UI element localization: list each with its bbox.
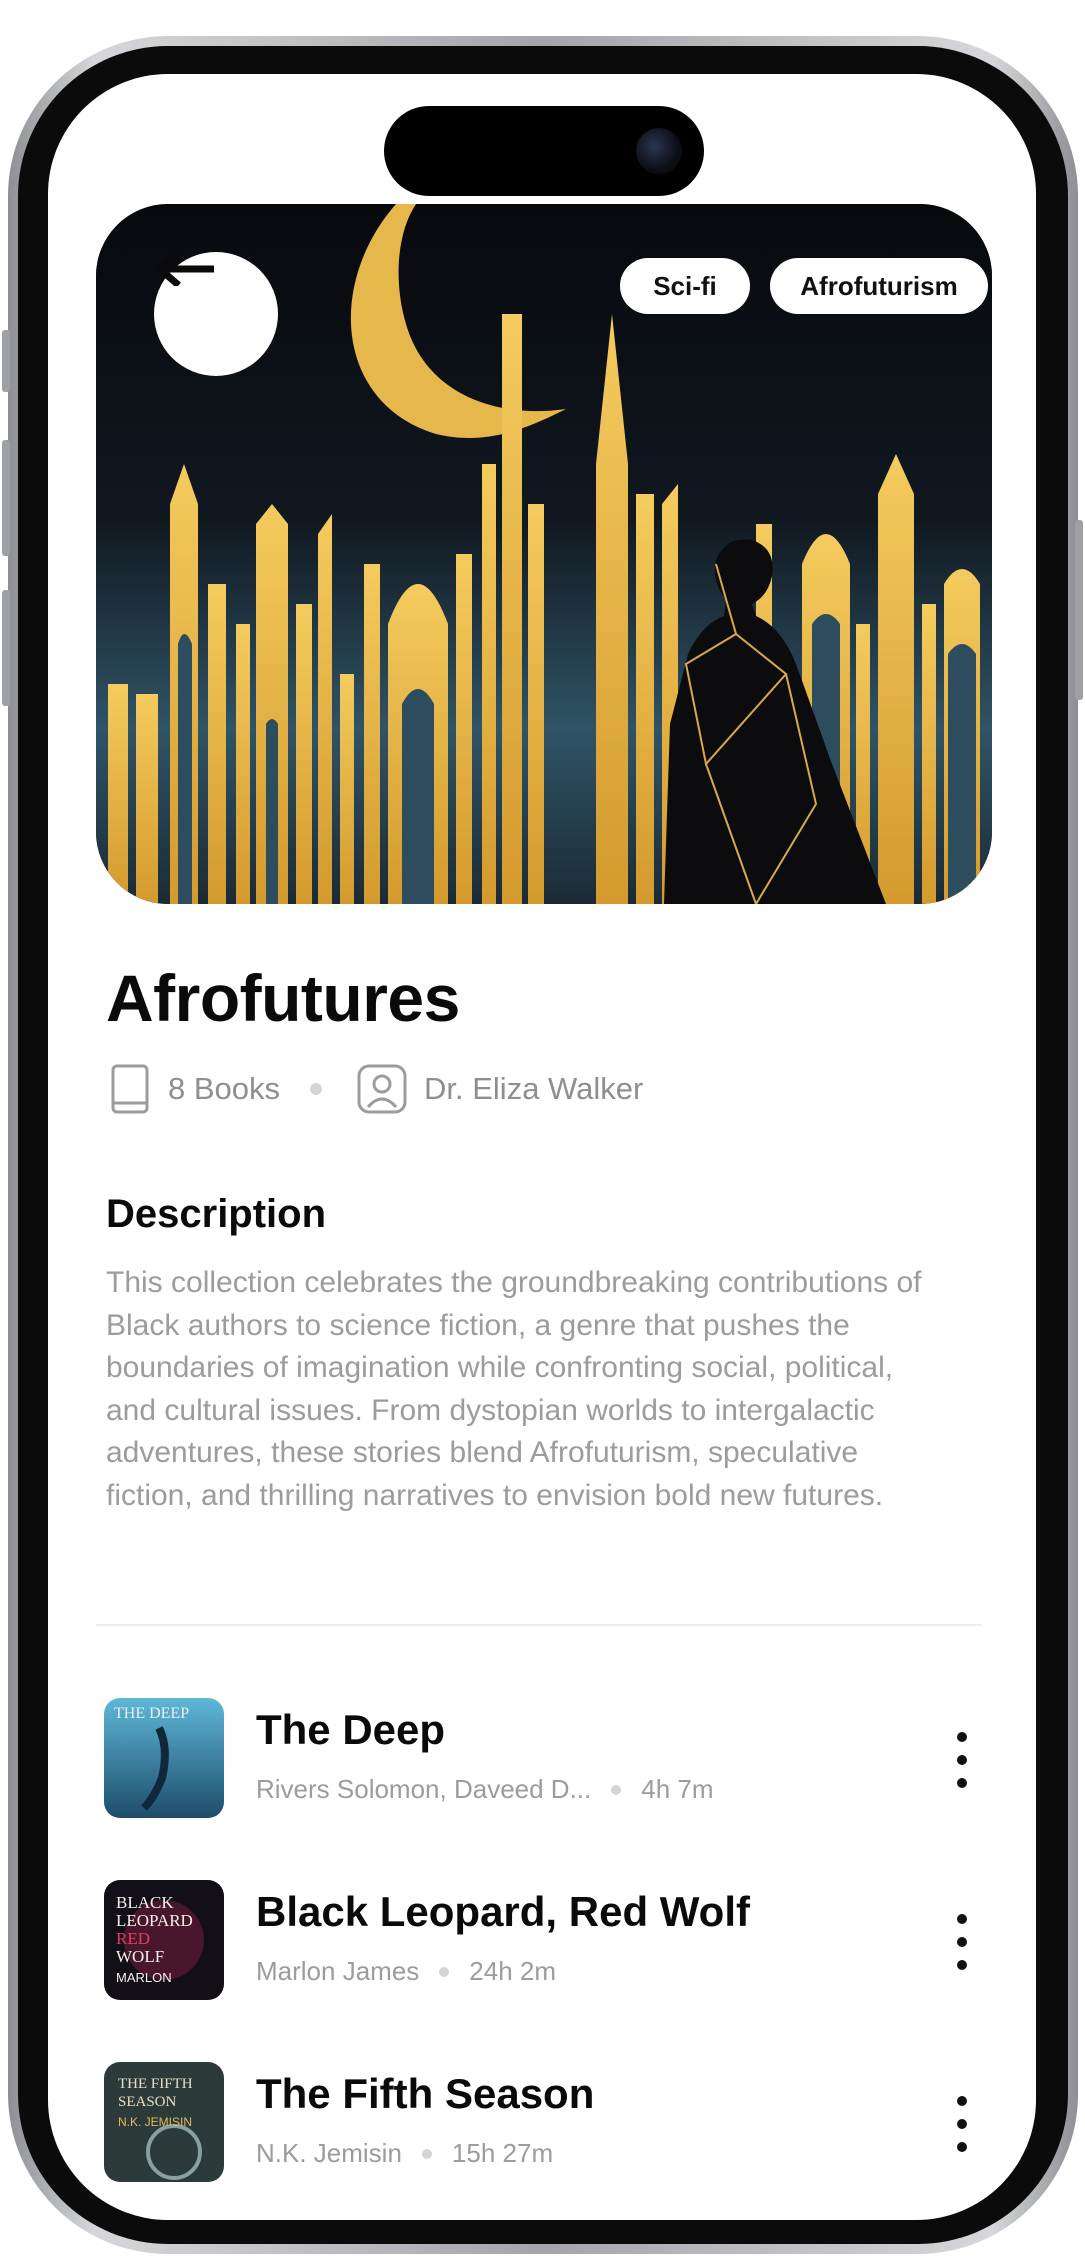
book-title: Black Leopard, Red Wolf bbox=[256, 1888, 750, 1935]
arrow-left-icon bbox=[154, 252, 214, 286]
svg-text:N.K. JEMISIN: N.K. JEMISIN bbox=[118, 2115, 192, 2129]
book-meta: Rivers Solomon, Daveed D... 4h 7m bbox=[256, 1774, 714, 1805]
meta-separator bbox=[310, 1083, 323, 1095]
book-cover-black-leopard: BLACK LEOPARD RED WOLF MARLON bbox=[104, 1880, 224, 2000]
front-camera bbox=[636, 128, 682, 174]
book-duration: 4h 7m bbox=[641, 1774, 714, 1804]
more-vertical-icon[interactable] bbox=[940, 1914, 984, 1970]
book-duration: 24h 2m bbox=[469, 1956, 557, 1986]
svg-text:WOLF: WOLF bbox=[116, 1947, 164, 1966]
meta-separator bbox=[611, 1784, 622, 1795]
meta-separator bbox=[421, 2148, 432, 2159]
svg-text:THE FIFTH: THE FIFTH bbox=[118, 2076, 193, 2092]
curator-name[interactable]: Dr. Eliza Walker bbox=[424, 1071, 643, 1107]
svg-text:SEASON: SEASON bbox=[118, 2094, 177, 2110]
book-authors: Marlon James bbox=[256, 1956, 420, 1986]
dynamic-island bbox=[384, 106, 704, 196]
book-meta: N.K. Jemisin 15h 27m bbox=[256, 2138, 553, 2169]
side-button-volume-down bbox=[2, 590, 10, 706]
divider bbox=[96, 1624, 982, 1626]
book-meta: Marlon James 24h 2m bbox=[256, 1956, 556, 1987]
svg-text:MARLON: MARLON bbox=[116, 1970, 172, 1985]
genre-tag-scifi[interactable]: Sci-fi bbox=[620, 258, 750, 314]
more-vertical-icon[interactable] bbox=[940, 2096, 984, 2152]
description-text: This collection celebrates the groundbre… bbox=[106, 1266, 922, 1512]
meta-separator bbox=[439, 1966, 450, 1977]
book-duration: 15h 27m bbox=[451, 2138, 554, 2168]
book-list-item[interactable]: THE DEEP The Deep Rivers Solomon, Daveed… bbox=[104, 1698, 984, 1822]
book-cover-fifth-season: THE FIFTH SEASON N.K. JEMISIN bbox=[104, 2062, 224, 2182]
side-button-action bbox=[2, 330, 10, 392]
genre-tag-afrofuturism[interactable]: Afrofuturism bbox=[770, 258, 988, 314]
book-icon bbox=[110, 1063, 150, 1115]
collection-title: Afrofutures bbox=[106, 961, 460, 1035]
book-title: The Deep bbox=[256, 1706, 446, 1753]
svg-text:LEOPARD: LEOPARD bbox=[116, 1911, 193, 1930]
collection-hero-image: Sci-fi Afrofuturism bbox=[96, 204, 992, 904]
app-screen: Sci-fi Afrofuturism Afrofutures 8 Books … bbox=[48, 74, 1036, 2220]
collection-meta: 8 Books Dr. Eliza Walker bbox=[110, 1060, 643, 1118]
svg-text:BLACK: BLACK bbox=[116, 1893, 174, 1912]
back-button[interactable] bbox=[154, 252, 278, 376]
book-authors: N.K. Jemisin bbox=[256, 2138, 402, 2168]
more-vertical-icon[interactable] bbox=[940, 1732, 984, 1788]
books-count: 8 Books bbox=[168, 1071, 281, 1106]
side-button-power bbox=[1075, 520, 1083, 700]
book-authors: Rivers Solomon, Daveed D... bbox=[256, 1774, 592, 1804]
book-title: The Fifth Season bbox=[256, 2070, 595, 2117]
book-list-item[interactable]: THE FIFTH SEASON N.K. JEMISIN The Fifth … bbox=[104, 2062, 984, 2186]
svg-text:RED: RED bbox=[116, 1929, 150, 1948]
side-button-volume-up bbox=[2, 440, 10, 556]
description-heading: Description bbox=[106, 1192, 327, 1236]
svg-text:THE DEEP: THE DEEP bbox=[114, 1705, 189, 1722]
book-list-item[interactable]: BLACK LEOPARD RED WOLF MARLON Black Leop… bbox=[104, 1880, 984, 2004]
book-cover-the-deep: THE DEEP bbox=[104, 1698, 224, 1818]
user-icon bbox=[356, 1063, 408, 1115]
